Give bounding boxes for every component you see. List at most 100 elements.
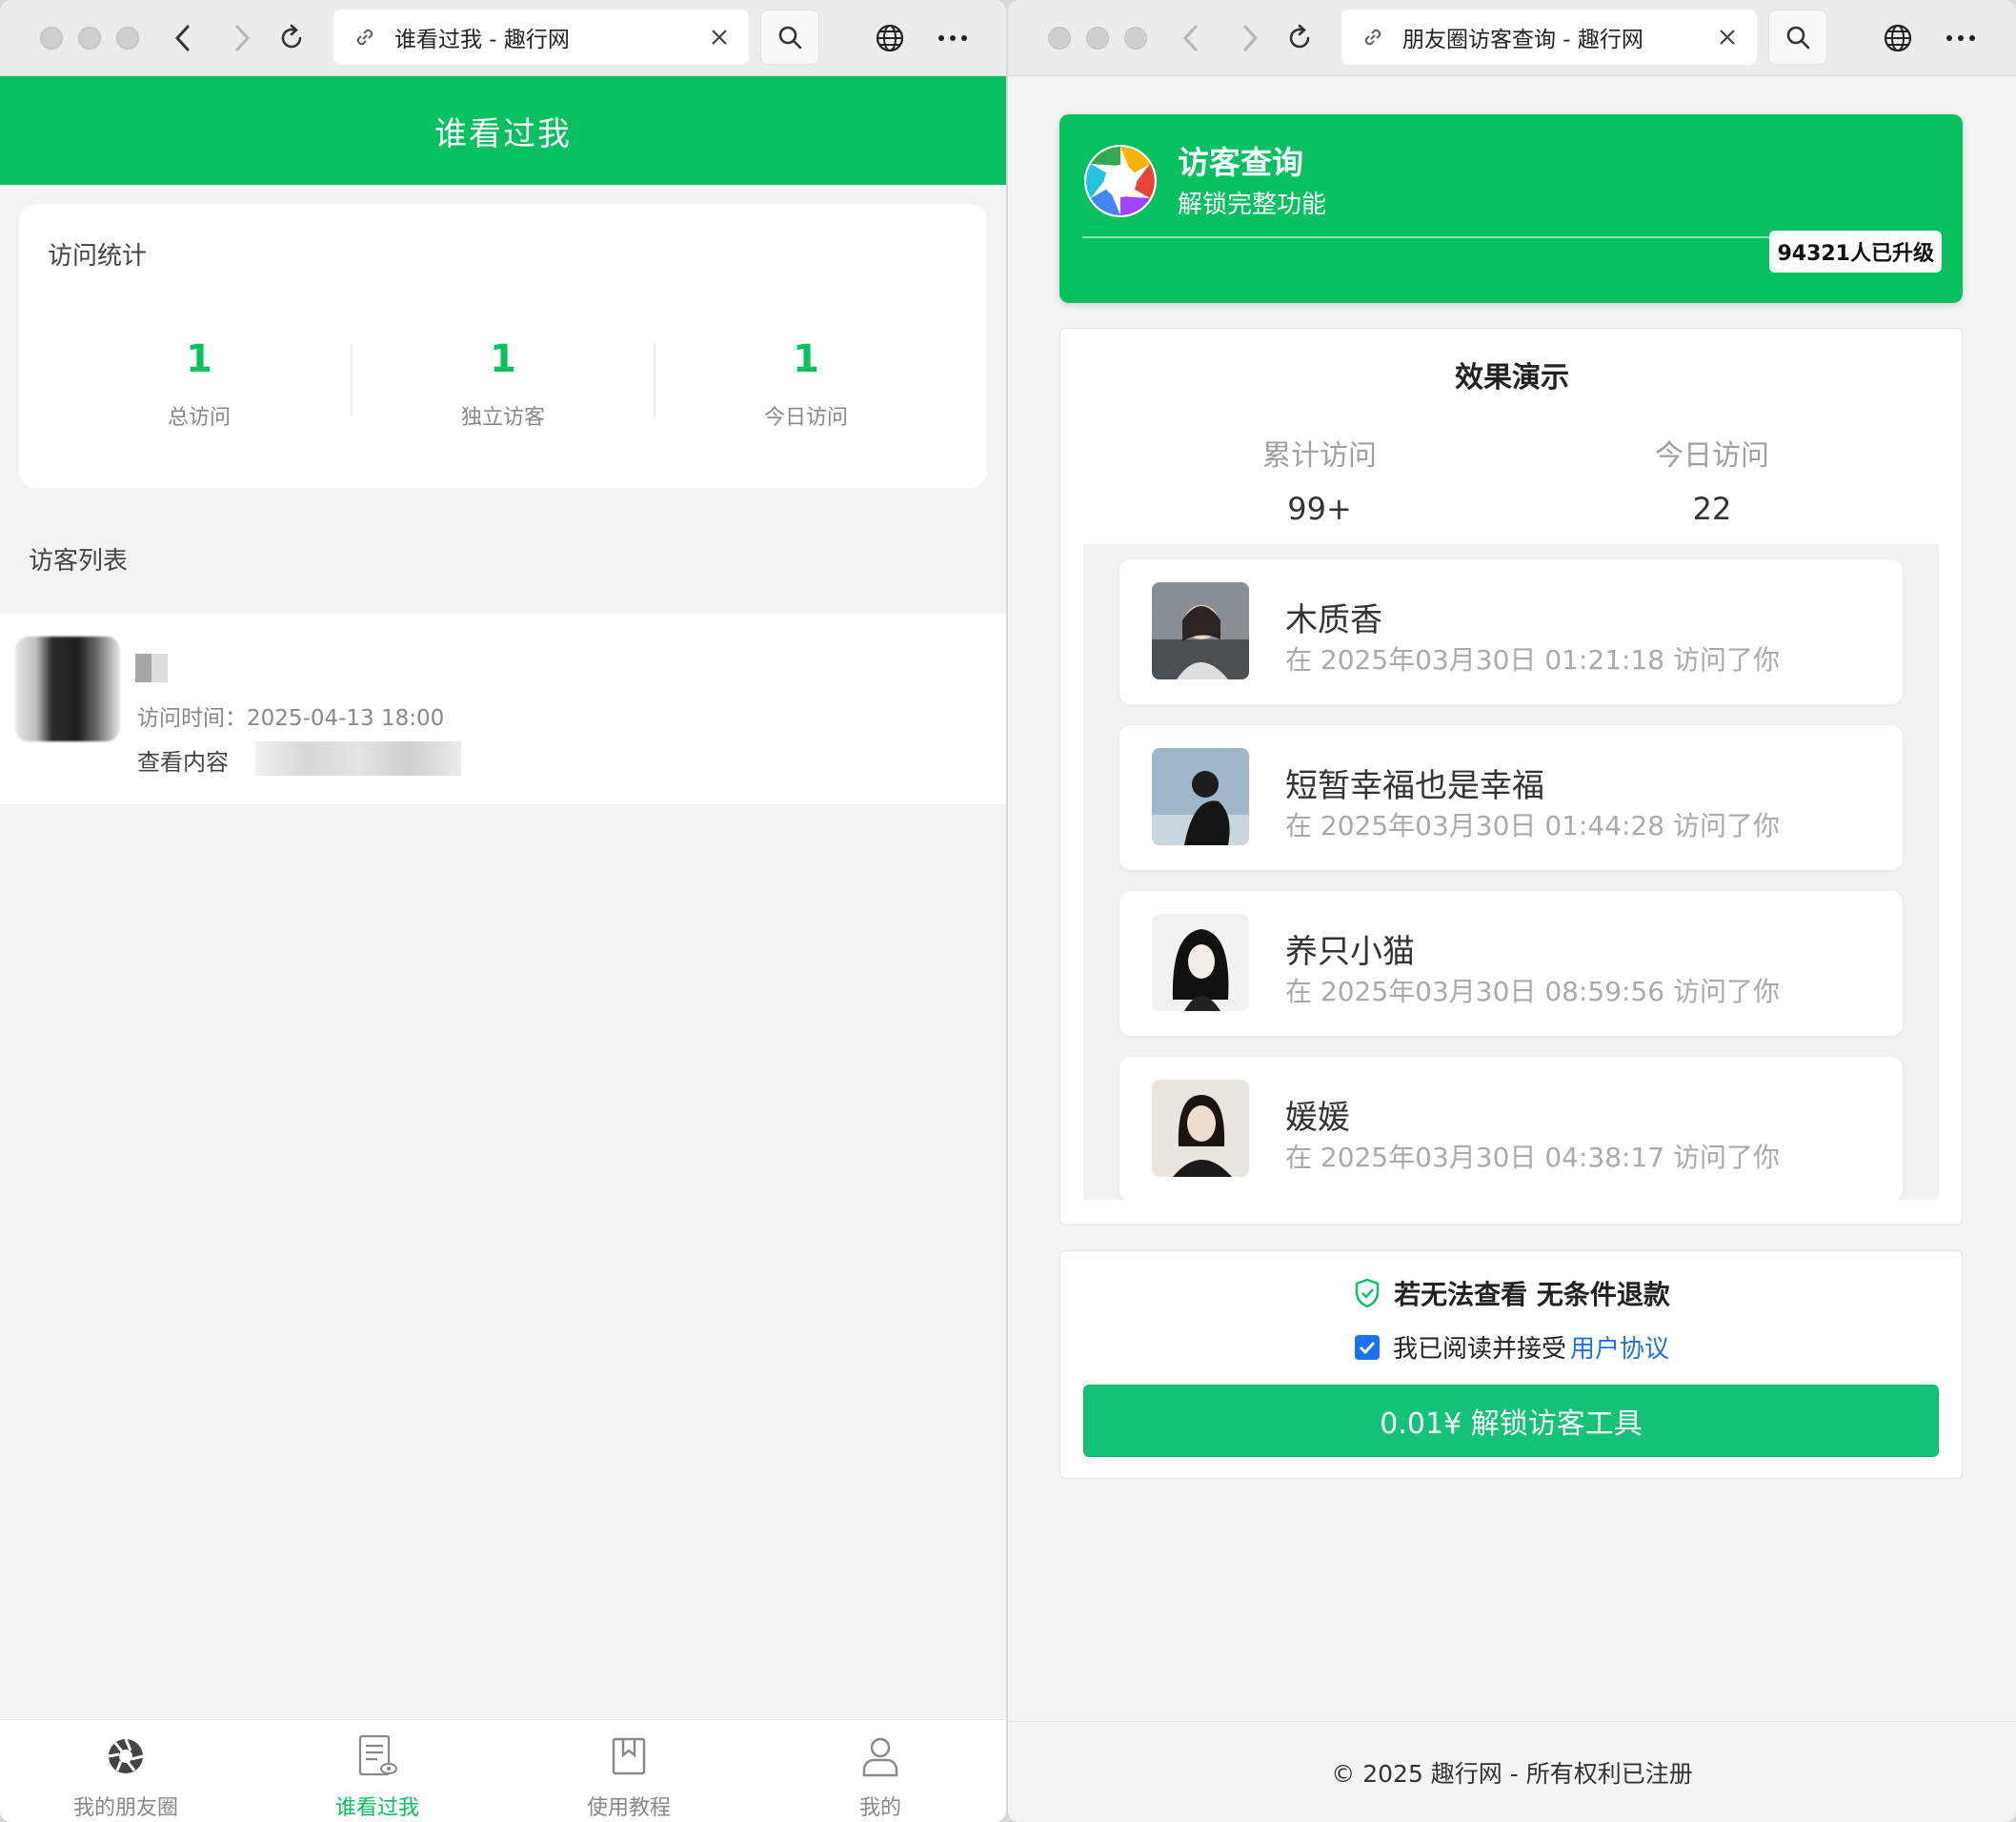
- link-icon: [351, 23, 379, 51]
- minimize-window-button[interactable]: [78, 27, 101, 50]
- checkmark-icon: [1359, 1341, 1376, 1354]
- link-icon: [1359, 23, 1387, 51]
- avatar: [1152, 748, 1249, 845]
- visit-time: 访问时间：2025-04-13 18:00: [137, 706, 445, 731]
- chevron-left-icon: [1182, 25, 1198, 51]
- chevron-right-icon: [1243, 25, 1259, 51]
- page-header: 谁看过我: [0, 76, 1006, 185]
- chevron-left-icon: [174, 25, 190, 51]
- minimize-window-button[interactable]: [1086, 27, 1109, 50]
- demo-stat-label: 累计访问: [1262, 439, 1377, 473]
- search-button[interactable]: [1768, 10, 1827, 65]
- stat-label: 总访问: [167, 406, 231, 430]
- visitor-list-title: 访客列表: [29, 547, 129, 576]
- demo-visit-time: 在 2025年03月30日 08:59:56 访问了你: [1285, 976, 1780, 1007]
- reload-icon: [1289, 24, 1310, 49]
- more-menu-button[interactable]: [932, 17, 974, 59]
- copyright-text: © 2025 趣行网 - 所有权利已注册: [1331, 1759, 1693, 1788]
- page-footer: © 2025 趣行网 - 所有权利已注册: [1008, 1721, 2016, 1822]
- stat-label: 今日访问: [763, 406, 848, 430]
- refund-guarantee: 若无法查看 无条件退款: [1060, 1274, 1964, 1312]
- stat-total-visits: 1 总访问: [48, 337, 351, 431]
- back-button[interactable]: [1170, 17, 1212, 59]
- tab-who-viewed-me[interactable]: 谁看过我: [252, 1720, 503, 1822]
- document-eye-icon: [356, 1734, 398, 1777]
- close-window-button[interactable]: [40, 27, 63, 50]
- promo-banner: 访客查询 解锁完整功能 94321人已升级: [1059, 114, 1963, 303]
- tab-tutorial[interactable]: 使用教程: [503, 1720, 755, 1822]
- zoom-window-button[interactable]: [1124, 27, 1147, 50]
- search-icon: [778, 26, 802, 50]
- close-tab-button[interactable]: [705, 23, 734, 51]
- tab-label: 使用教程: [586, 1796, 671, 1820]
- globe-icon: [876, 24, 904, 52]
- avatar: [15, 637, 120, 741]
- unlock-pay-button[interactable]: 0.01¥ 解锁访客工具: [1083, 1385, 1939, 1457]
- reload-button[interactable]: [271, 17, 312, 59]
- demo-title: 效果演示: [1455, 361, 1569, 395]
- close-window-button[interactable]: [1048, 27, 1071, 50]
- reload-icon: [281, 24, 302, 49]
- demo-visit-time: 在 2025年03月30日 01:21:18 访问了你: [1285, 644, 1780, 676]
- tab-me[interactable]: 我的: [755, 1720, 1006, 1822]
- translate-button[interactable]: [1877, 17, 1919, 59]
- browser-window-left: 谁看过我 - 趣行网 谁看过我 访问统计 1 总访问 1 独立访客 1 今日访问…: [0, 0, 1006, 1822]
- demo-stat-today: 今日访问 22: [1569, 432, 1855, 527]
- demo-stat-label: 今日访问: [1655, 439, 1769, 473]
- agreement-checkbox[interactable]: [1354, 1334, 1380, 1360]
- stat-today-visits: 1 今日访问: [655, 337, 958, 431]
- tab-label: 我的朋友圈: [72, 1796, 178, 1820]
- user-icon: [859, 1735, 901, 1777]
- visitor-row[interactable]: 访问时间：2025-04-13 18:00 查看内容: [0, 614, 1006, 804]
- demo-stat-total: 累计访问 99+: [1177, 432, 1462, 527]
- browser-window-right: 朋友圈访客查询 - 趣行网 访客查询 解锁完整功能 94321人已升级 效果演示…: [1008, 0, 2016, 1822]
- more-menu-button[interactable]: [1940, 17, 1982, 59]
- browser-tab[interactable]: 朋友圈访客查询 - 趣行网: [1341, 10, 1757, 65]
- translate-button[interactable]: [869, 17, 911, 59]
- demo-stat-value: 99+: [1287, 491, 1352, 527]
- refund-text: 若无法查看 无条件退款: [1394, 1279, 1670, 1310]
- avatar: [1152, 582, 1249, 679]
- bottom-tab-bar: 我的朋友圈 谁看过我 使用教程 我的: [0, 1719, 1006, 1822]
- reload-button[interactable]: [1279, 17, 1320, 59]
- demo-visit-time: 在 2025年03月30日 04:38:17 访问了你: [1285, 1142, 1780, 1173]
- bookmark-icon: [608, 1735, 650, 1777]
- aperture-logo-icon: [1084, 145, 1157, 217]
- list-item: 养只小猫 在 2025年03月30日 08:59:56 访问了你: [1119, 891, 1903, 1036]
- visit-content-label: 查看内容: [137, 749, 229, 776]
- zoom-window-button[interactable]: [116, 27, 139, 50]
- visitor-name-redacted: [135, 654, 168, 682]
- promo-subtitle: 解锁完整功能: [1178, 191, 1327, 219]
- close-icon: [1720, 30, 1735, 45]
- stat-value: 1: [490, 337, 516, 381]
- demo-visitor-list: 木质香 在 2025年03月30日 01:21:18 访问了你 短暂幸福也是幸福…: [1083, 544, 1939, 1200]
- demo-visitor-name: 木质香: [1285, 601, 1382, 639]
- browser-toolbar: 朋友圈访客查询 - 趣行网: [1008, 0, 2016, 76]
- forward-button[interactable]: [1229, 17, 1271, 59]
- forward-button[interactable]: [221, 17, 263, 59]
- close-tab-button[interactable]: [1713, 23, 1742, 51]
- list-item: 木质香 在 2025年03月30日 01:21:18 访问了你: [1119, 559, 1903, 704]
- user-agreement-link[interactable]: 用户协议: [1570, 1329, 1669, 1365]
- back-button[interactable]: [162, 17, 204, 59]
- shield-check-icon: [1355, 1278, 1380, 1308]
- avatar: [1152, 1080, 1249, 1177]
- chevron-right-icon: [235, 25, 251, 51]
- list-item: 媛媛 在 2025年03月30日 04:38:17 访问了你: [1119, 1057, 1903, 1200]
- tab-my-moments[interactable]: 我的朋友圈: [0, 1720, 252, 1822]
- stat-label: 独立访客: [460, 406, 545, 430]
- upgrade-count-badge: 94321人已升级: [1769, 231, 1942, 273]
- tab-title: 谁看过我 - 趣行网: [394, 28, 570, 52]
- stat-value: 1: [186, 337, 212, 381]
- search-button[interactable]: [760, 10, 819, 65]
- browser-tab[interactable]: 谁看过我 - 趣行网: [333, 10, 749, 65]
- demo-card: 效果演示 累计访问 99+ 今日访问 22 木质香 在 2025年03月30日 …: [1059, 328, 1963, 1225]
- visit-content-redacted: [255, 741, 461, 776]
- agreement-row: 我已阅读并接受 用户协议: [1060, 1329, 1964, 1365]
- shutter-icon: [105, 1735, 147, 1777]
- visit-stats-card: 访问统计 1 总访问 1 独立访客 1 今日访问: [19, 204, 987, 488]
- tab-label: 谁看过我: [334, 1796, 419, 1820]
- globe-icon: [1884, 24, 1912, 52]
- promo-title: 访客查询: [1178, 144, 1303, 181]
- browser-toolbar: 谁看过我 - 趣行网: [0, 0, 1006, 76]
